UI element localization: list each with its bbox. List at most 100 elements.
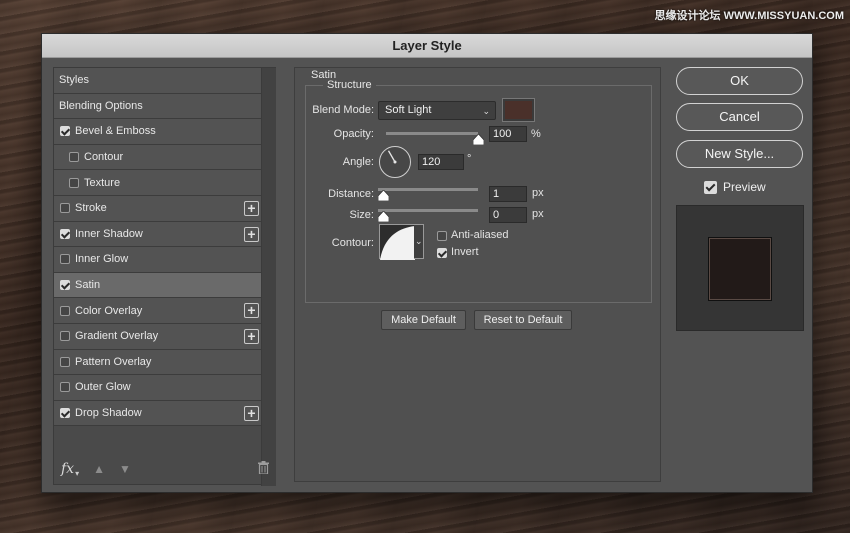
style-item-label: Blending Options <box>59 99 143 112</box>
contour-checkbox[interactable] <box>69 152 79 163</box>
satin-settings-panel: Satin Structure Blend Mode: Soft Light ⌄… <box>294 67 661 482</box>
make-default-button[interactable]: Make Default <box>381 310 466 330</box>
styles-scrollbar[interactable] <box>261 68 276 486</box>
angle-input[interactable]: 120 <box>418 154 464 170</box>
bevel-and-emboss-checkbox[interactable] <box>60 126 70 137</box>
style-item-label: Contour <box>84 151 124 164</box>
style-item-stroke[interactable]: Stroke + <box>54 195 261 222</box>
blend-mode-select[interactable]: Soft Light ⌄ <box>378 101 496 120</box>
opacity-slider-thumb[interactable] <box>473 134 484 145</box>
style-item-satin[interactable]: Satin <box>54 272 261 299</box>
styles-list: Styles Blending Options Bevel & Emboss Cont… <box>54 68 261 427</box>
style-item-label: Inner Shadow <box>75 227 143 240</box>
opacity-slider[interactable] <box>386 132 478 135</box>
style-item-inner-shadow[interactable]: Inner Shadow + <box>54 221 261 248</box>
preview-swatch <box>708 237 772 301</box>
angle-dial[interactable] <box>379 146 411 178</box>
angle-label: Angle: <box>342 156 374 168</box>
distance-slider[interactable] <box>378 188 478 191</box>
style-item-drop-shadow[interactable]: Drop Shadow + <box>54 400 261 427</box>
style-item-color-overlay[interactable]: Color Overlay + <box>54 298 261 324</box>
anti-aliased-label: Anti-aliased <box>451 229 509 241</box>
chevron-down-icon: ⌄ <box>482 106 490 116</box>
add-drop-shadow-icon[interactable]: + <box>244 405 259 421</box>
style-item-label: Gradient Overlay <box>75 330 159 343</box>
satin-checkbox[interactable] <box>60 280 70 291</box>
contour-label: Contour: <box>331 237 374 249</box>
inner-glow-checkbox[interactable] <box>60 254 70 265</box>
style-item-texture[interactable]: Texture <box>54 170 261 196</box>
style-item-label: Outer Glow <box>75 381 131 394</box>
opacity-unit: % <box>531 128 541 140</box>
style-item-label: Satin <box>75 279 101 292</box>
size-unit: px <box>532 208 544 220</box>
ok-button[interactable]: OK <box>676 67 803 95</box>
add-gradient-overlay-icon[interactable]: + <box>244 328 259 344</box>
add-stroke-icon[interactable]: + <box>244 200 259 216</box>
trash-icon[interactable] <box>258 461 269 474</box>
style-item-blending-options[interactable]: Blending Options <box>54 93 261 120</box>
fx-button[interactable]: fx <box>61 461 74 477</box>
add-inner-shadow-icon[interactable]: + <box>244 226 259 242</box>
style-item-bevel-and-emboss[interactable]: Bevel & Emboss <box>54 119 261 145</box>
style-item-label: Drop Shadow <box>75 407 142 420</box>
satin-color-swatch[interactable] <box>502 98 535 122</box>
opacity-label: Opacity: <box>333 128 374 140</box>
styles-panel: Styles Blending Options Bevel & Emboss Cont… <box>53 67 276 486</box>
style-item-label: Stroke <box>75 202 107 215</box>
dialog-title: Layer Style <box>42 34 812 58</box>
chevron-down-icon: ⌄ <box>415 236 423 246</box>
move-down-icon[interactable]: ▼ <box>119 462 131 476</box>
style-item-label: Styles <box>59 74 89 87</box>
size-slider[interactable] <box>378 209 478 212</box>
opacity-input[interactable]: 100 <box>489 126 527 142</box>
inner-shadow-checkbox[interactable] <box>60 228 70 239</box>
anti-aliased-checkbox[interactable] <box>437 231 447 241</box>
stroke-checkbox[interactable] <box>60 203 70 214</box>
distance-label: Distance: <box>328 188 374 200</box>
texture-checkbox[interactable] <box>69 177 79 188</box>
outer-glow-checkbox[interactable] <box>60 382 70 393</box>
distance-input[interactable]: 1 <box>489 186 527 202</box>
watermark: 思缘设计论坛 WWW.MISSYUAN.COM <box>654 10 844 22</box>
reset-to-default-button[interactable]: Reset to Default <box>474 310 572 330</box>
contour-dropdown[interactable]: ⌄ <box>414 224 424 259</box>
drop-shadow-checkbox[interactable] <box>60 408 70 419</box>
style-item-outer-glow[interactable]: Outer Glow <box>54 375 261 401</box>
blend-mode-value: Soft Light <box>385 104 432 116</box>
style-item-gradient-overlay[interactable]: Gradient Overlay + <box>54 323 261 350</box>
style-item-pattern-overlay[interactable]: Pattern Overlay <box>54 349 261 376</box>
invert-checkbox[interactable] <box>437 248 447 258</box>
distance-slider-thumb[interactable] <box>378 190 389 201</box>
style-item-label: Pattern Overlay <box>75 355 152 368</box>
preview-box <box>676 205 804 331</box>
structure-group: Structure Blend Mode: Soft Light ⌄ Opaci… <box>305 79 652 303</box>
move-up-icon[interactable]: ▲ <box>93 462 105 476</box>
layer-style-dialog: Layer Style Styles Blending Options Bevel … <box>41 33 813 493</box>
style-item-label: Texture <box>84 176 121 189</box>
new-style-button[interactable]: New Style... <box>676 140 803 168</box>
style-item-inner-glow[interactable]: Inner Glow <box>54 247 261 273</box>
pattern-overlay-checkbox[interactable] <box>60 356 70 367</box>
angle-dial-needle <box>387 150 397 164</box>
invert-label: Invert <box>451 246 479 258</box>
angle-unit: ° <box>467 153 472 165</box>
cancel-button[interactable]: Cancel <box>676 103 803 131</box>
style-item-label: Inner Glow <box>75 253 129 266</box>
satin-color-fill <box>505 101 532 119</box>
structure-label: Structure <box>323 79 376 91</box>
style-item-label: Bevel & Emboss <box>75 125 156 138</box>
fx-menu-arrow-icon: ▾ <box>75 468 80 478</box>
size-label: Size: <box>349 209 374 221</box>
gradient-overlay-checkbox[interactable] <box>60 331 70 342</box>
style-item-styles[interactable]: Styles <box>54 68 261 94</box>
blend-mode-label: Blend Mode: <box>312 104 374 116</box>
styles-bottom-bar: fx ▾ ▲ ▼ <box>54 454 276 484</box>
style-item-contour[interactable]: Contour <box>54 144 261 171</box>
contour-curve-icon <box>380 226 415 260</box>
size-slider-thumb[interactable] <box>378 211 389 222</box>
color-overlay-checkbox[interactable] <box>60 305 70 316</box>
size-input[interactable]: 0 <box>489 207 527 223</box>
preview-checkbox[interactable] <box>704 181 717 194</box>
add-color-overlay-icon[interactable]: + <box>244 303 259 319</box>
